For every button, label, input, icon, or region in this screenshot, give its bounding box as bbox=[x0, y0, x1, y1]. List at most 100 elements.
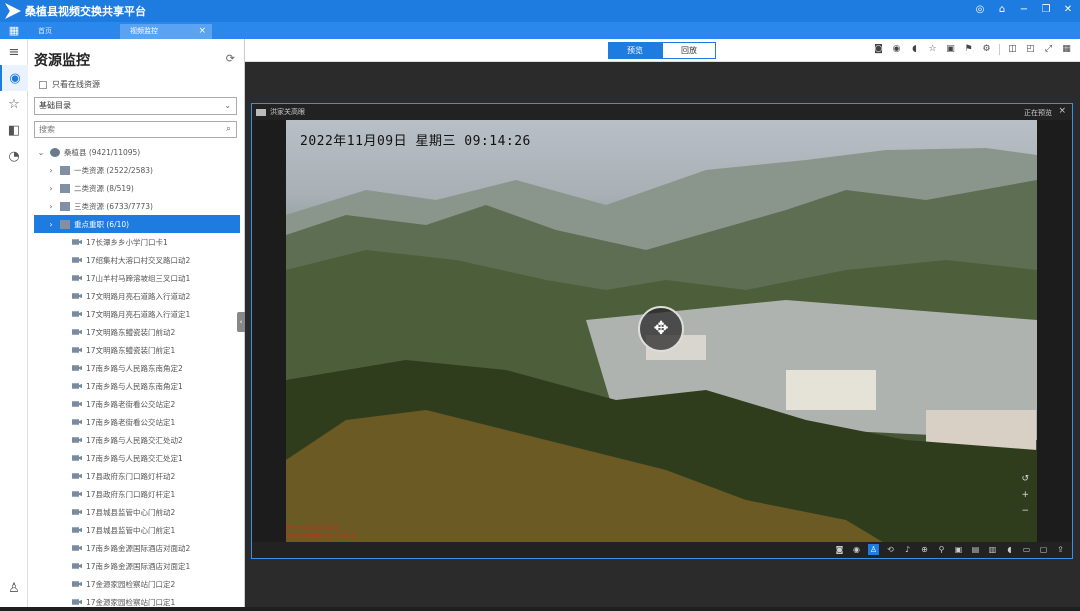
restore-icon[interactable]: ❐ bbox=[1040, 4, 1052, 16]
window-icon[interactable]: ◫ bbox=[1007, 44, 1018, 55]
chevron-right-icon[interactable]: › bbox=[46, 220, 56, 229]
camera-item[interactable]: 17金源家园检察站门口定1 bbox=[28, 593, 245, 611]
chevron-right-icon[interactable]: › bbox=[46, 166, 56, 175]
pin-icon[interactable]: ⚲ bbox=[936, 544, 947, 555]
tree-node[interactable]: › 三类资源 (6733/7773) bbox=[28, 197, 245, 215]
grid-icon[interactable]: ▦ bbox=[1061, 44, 1072, 55]
video-frame[interactable]: 2022年11月09日 星期三 09:14:26 PTZ:0.0/-10.0/1… bbox=[286, 120, 1037, 544]
layout-icon[interactable]: ◧ bbox=[0, 117, 28, 143]
tab-video-monitor[interactable]: 视频监控 × bbox=[120, 24, 212, 39]
collapse-handle[interactable]: ‹ bbox=[237, 312, 245, 332]
camera-item[interactable]: 17长潭乡乡小学门口卡1 bbox=[28, 233, 245, 251]
camera-item[interactable]: 17南乡路老街看公交站定2 bbox=[28, 395, 245, 413]
catalog-select[interactable]: 基础目录 ⌄ bbox=[34, 97, 237, 115]
camera-icon[interactable]: ◙ bbox=[873, 44, 884, 55]
camera-item[interactable]: 17文明路月亮石道路入行道定1 bbox=[28, 305, 245, 323]
minimize-icon[interactable]: − bbox=[1018, 4, 1030, 16]
camera-item[interactable]: 17南乡路与人民路东南角定2 bbox=[28, 359, 245, 377]
star-icon[interactable]: ☆ bbox=[0, 91, 28, 117]
camera-item[interactable]: 17绍集村大溶口村交叉路口动2 bbox=[28, 251, 245, 269]
cast-icon[interactable]: ▢ bbox=[1038, 544, 1049, 555]
zoom-out-icon[interactable]: − bbox=[1021, 506, 1029, 516]
mute-icon[interactable]: ◖ bbox=[1004, 544, 1015, 555]
history-icon[interactable]: ◔ bbox=[0, 143, 28, 169]
chevron-down-icon[interactable]: ⌄ bbox=[36, 148, 46, 157]
video-window-header: 洪家关高眼 正在预览 × bbox=[252, 104, 1072, 120]
rotate-icon[interactable]: ⟲ bbox=[885, 544, 896, 555]
camera-item[interactable]: 17县政府东门口路灯杆动2 bbox=[28, 467, 245, 485]
title-bar: 桑植县视频交换共享平台 ◎ ⌂ − ❐ ✕ bbox=[0, 0, 1080, 22]
close-tab-icon[interactable]: × bbox=[198, 24, 206, 39]
globe-icon[interactable]: ◎ bbox=[974, 4, 986, 16]
zoom-icon[interactable]: ⊕ bbox=[919, 544, 930, 555]
snapshot-icon[interactable]: ◙ bbox=[834, 544, 845, 555]
user-icon[interactable]: ♙ bbox=[868, 544, 879, 555]
camera-icon bbox=[72, 347, 82, 353]
menu-icon[interactable]: ≡ bbox=[0, 39, 28, 65]
user-icon[interactable]: ♙ bbox=[0, 575, 28, 601]
close-icon[interactable]: × bbox=[1058, 106, 1066, 116]
checkbox[interactable] bbox=[39, 80, 47, 89]
scene-icon[interactable]: ▥ bbox=[987, 544, 998, 555]
record-icon[interactable]: ◉ bbox=[891, 44, 902, 55]
tree-node-label: 17绍集村大溶口村交叉路口动2 bbox=[86, 255, 191, 265]
preview-button[interactable]: 预览 bbox=[608, 42, 662, 59]
window-controls: ◎ ⌂ − ❐ ✕ bbox=[974, 4, 1074, 16]
mute-icon[interactable]: ◖ bbox=[909, 44, 920, 55]
camera-item[interactable]: 17山羊村马蹄溶坡组三叉口动1 bbox=[28, 269, 245, 287]
screen-icon[interactable]: ▣ bbox=[945, 44, 956, 55]
tree-node[interactable]: › 一类资源 (2522/2583) bbox=[28, 161, 245, 179]
camera-icon bbox=[72, 401, 82, 407]
camera-item[interactable]: 17县政府东门口路灯杆定1 bbox=[28, 485, 245, 503]
chevron-right-icon[interactable]: › bbox=[46, 202, 56, 211]
playback-button[interactable]: 回放 bbox=[662, 42, 716, 59]
tree-node-label: 17南乡路与人民路东南角定2 bbox=[86, 363, 183, 373]
ptz-move-icon[interactable]: ✥ bbox=[638, 306, 684, 352]
camera-icon bbox=[72, 509, 82, 515]
camera-item[interactable]: 17县城县监管中心门前动2 bbox=[28, 503, 245, 521]
globe-icon[interactable]: ◉ bbox=[0, 65, 28, 91]
camera-item[interactable]: 17县城县监管中心门前定1 bbox=[28, 521, 245, 539]
camera-item[interactable]: 17南乡路与人民路东南角定1 bbox=[28, 377, 245, 395]
frame-icon[interactable]: ▣ bbox=[953, 544, 964, 555]
layout-icon[interactable]: ◰ bbox=[1025, 44, 1036, 55]
star-icon[interactable]: ☆ bbox=[927, 44, 938, 55]
camera-item[interactable]: 17南乡路与人民路交汇处定1 bbox=[28, 449, 245, 467]
camera-item[interactable]: 17南乡路金源国际酒店对面动2 bbox=[28, 539, 245, 557]
tree-node[interactable]: ⌄ 桑植县 (9421/11095) bbox=[28, 143, 245, 161]
tree-node[interactable]: › 二类资源 (8/519) bbox=[28, 179, 245, 197]
camera-item[interactable]: 17文明路月亮石道路入行道动2 bbox=[28, 287, 245, 305]
share-icon[interactable]: ⇪ bbox=[1055, 544, 1066, 555]
app-grid-icon[interactable]: ▦ bbox=[0, 22, 28, 39]
settings-icon[interactable]: ⚙ bbox=[981, 44, 992, 55]
zoom-in-icon[interactable]: + bbox=[1021, 490, 1029, 500]
tree-node[interactable]: › 重点重职 (6/10) bbox=[34, 215, 240, 233]
folder-icon bbox=[60, 183, 70, 193]
fullscreen-icon[interactable]: ⤢ bbox=[1043, 44, 1054, 55]
search-input[interactable]: 搜索 ⌕ bbox=[34, 121, 237, 138]
osd-timestamp: 2022年11月09日 星期三 09:14:26 bbox=[300, 134, 531, 149]
camera-item[interactable]: 17南乡路金源国际酒店对面定1 bbox=[28, 557, 245, 575]
camera-icon bbox=[72, 365, 82, 371]
resource-panel: 资源监控 ⟳ 只看在线资源 基础目录 ⌄ 搜索 ⌕ ⌄ 桑植县 (9421/110… bbox=[28, 39, 245, 607]
online-only-toggle[interactable]: 只看在线资源 bbox=[39, 79, 100, 90]
close-icon[interactable]: ✕ bbox=[1062, 4, 1074, 16]
camera-item[interactable]: 17南乡路老街看公交站定1 bbox=[28, 413, 245, 431]
reset-icon[interactable]: ↺ bbox=[1021, 474, 1029, 484]
lock-icon[interactable]: ⌂ bbox=[996, 4, 1008, 16]
tab-home[interactable]: 首页 bbox=[28, 24, 120, 39]
refresh-icon[interactable]: ⟳ bbox=[226, 52, 235, 65]
record-icon[interactable]: ◉ bbox=[851, 544, 862, 555]
mic-icon[interactable]: ♪ bbox=[902, 544, 913, 555]
camera-item[interactable]: 17南乡路与人民路交汇处动2 bbox=[28, 431, 245, 449]
video-window[interactable]: 洪家关高眼 正在预览 × 2022年11月09日 星期三 09:14:26 PT… bbox=[251, 103, 1073, 559]
search-icon[interactable]: ⌕ bbox=[226, 122, 231, 137]
chevron-right-icon[interactable]: › bbox=[46, 184, 56, 193]
frame2-icon[interactable]: ▤ bbox=[970, 544, 981, 555]
preset-icon[interactable]: ▭ bbox=[1021, 544, 1032, 555]
tree-node-label: 17南乡路老街看公交站定2 bbox=[86, 399, 176, 409]
camera-item[interactable]: 17金源家园检察站门口定2 bbox=[28, 575, 245, 593]
flag-icon[interactable]: ⚑ bbox=[963, 44, 974, 55]
camera-item[interactable]: 17文明路东鳢瓷装门前动2 bbox=[28, 323, 245, 341]
camera-item[interactable]: 17文明路东鳢瓷装门前定1 bbox=[28, 341, 245, 359]
